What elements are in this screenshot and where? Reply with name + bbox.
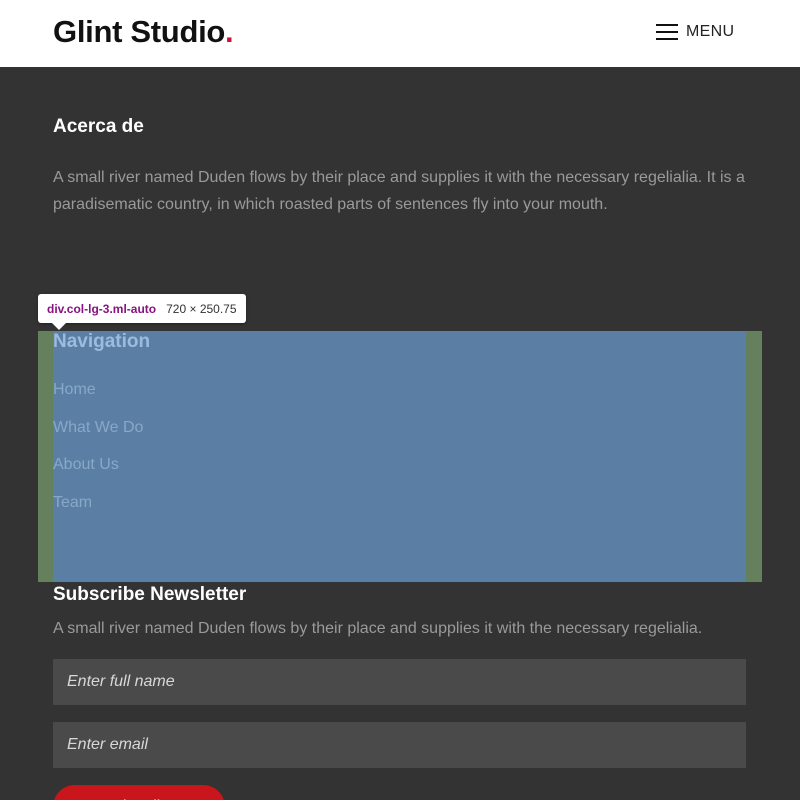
menu-label: MENU — [686, 23, 735, 40]
nav-link-about-us[interactable]: About Us — [53, 456, 119, 473]
brand-name: Glint Studio — [53, 14, 226, 49]
newsletter-text: A small river named Duden flows by their… — [53, 620, 703, 637]
nav-item-home[interactable]: Home — [53, 381, 143, 419]
hamburger-icon — [656, 24, 678, 40]
inspector-content-highlight — [53, 331, 746, 582]
inspector-selector: div.col-lg-3.ml-auto — [47, 301, 157, 316]
newsletter-title: Subscribe Newsletter — [53, 584, 247, 605]
navigation-title: Navigation — [53, 331, 151, 352]
inspector-size: 720 × 250.75 — [166, 301, 237, 316]
nav-item-team[interactable]: Team — [53, 494, 143, 532]
subscribe-button[interactable]: Subscribe — [53, 785, 225, 800]
about-text: A small river named Duden flows by their… — [53, 169, 745, 213]
tooltip-arrow-icon — [52, 323, 66, 330]
site-header: Glint Studio. MENU — [0, 0, 800, 67]
navigation-list: Home What We Do About Us Team — [53, 381, 143, 531]
menu-button[interactable]: MENU — [656, 20, 734, 44]
about-title: Acerca de — [53, 116, 144, 137]
nav-link-team[interactable]: Team — [53, 494, 92, 511]
inspector-tooltip: div.col-lg-3.ml-auto 720 × 250.75 — [38, 294, 246, 330]
brand-logo[interactable]: Glint Studio. — [53, 14, 234, 50]
nav-item-what-we-do[interactable]: What We Do — [53, 419, 143, 457]
brand-dot: . — [225, 14, 234, 49]
nav-link-home[interactable]: Home — [53, 381, 96, 398]
email-input[interactable] — [53, 722, 746, 768]
full-name-input[interactable] — [53, 659, 746, 705]
nav-link-what-we-do[interactable]: What We Do — [53, 419, 143, 436]
nav-item-about-us[interactable]: About Us — [53, 456, 143, 494]
